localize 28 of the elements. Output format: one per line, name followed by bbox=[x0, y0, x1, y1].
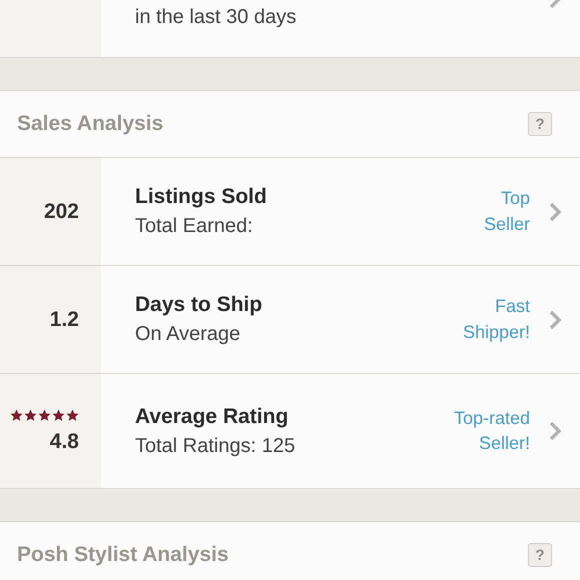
help-button[interactable]: ? bbox=[528, 112, 552, 136]
star-icon bbox=[66, 408, 79, 422]
star-icon bbox=[10, 408, 23, 422]
row-subtitle: in the last 30 days bbox=[135, 6, 298, 29]
stat-subtitle: Total Ratings: 125 bbox=[135, 434, 296, 458]
badge-link[interactable]: Top-rated Seller! bbox=[454, 406, 530, 456]
stat-row[interactable]: 1.2 Days to Ship On Average Fast Shipper! bbox=[0, 266, 580, 374]
stat-title: Average Rating bbox=[135, 404, 290, 428]
stat-value: 1.2 bbox=[50, 308, 79, 332]
stat-subtitle: On Average bbox=[135, 323, 240, 346]
section-title: Sales Analysis bbox=[17, 112, 164, 136]
badge-link[interactable]: Top Seller bbox=[484, 186, 530, 237]
badge-link[interactable]: Fast Shipper! bbox=[462, 294, 530, 345]
help-button[interactable]: ? bbox=[528, 543, 552, 567]
chevron-icon bbox=[548, 420, 562, 442]
stat-title: Listings Sold bbox=[135, 185, 268, 209]
chevron-icon bbox=[548, 308, 562, 330]
stat-row[interactable]: 202 Listings Sold Total Earned: Top Seller bbox=[0, 158, 580, 266]
star-icon bbox=[52, 408, 65, 422]
stat-title: Days to Ship bbox=[135, 293, 264, 317]
stat-subtitle: Total Earned: bbox=[135, 215, 253, 238]
star-icon bbox=[24, 408, 37, 422]
stat-row[interactable]: 4.8 Average Rating Total Ratings: 125 Top-rated Seller! bbox=[0, 374, 580, 489]
star-icon bbox=[38, 408, 51, 422]
stat-value: 202 bbox=[44, 200, 79, 224]
stat-value: 4.8 bbox=[50, 430, 79, 454]
chevron-icon bbox=[548, 200, 562, 222]
section-title: Posh Stylist Analysis bbox=[17, 543, 229, 567]
